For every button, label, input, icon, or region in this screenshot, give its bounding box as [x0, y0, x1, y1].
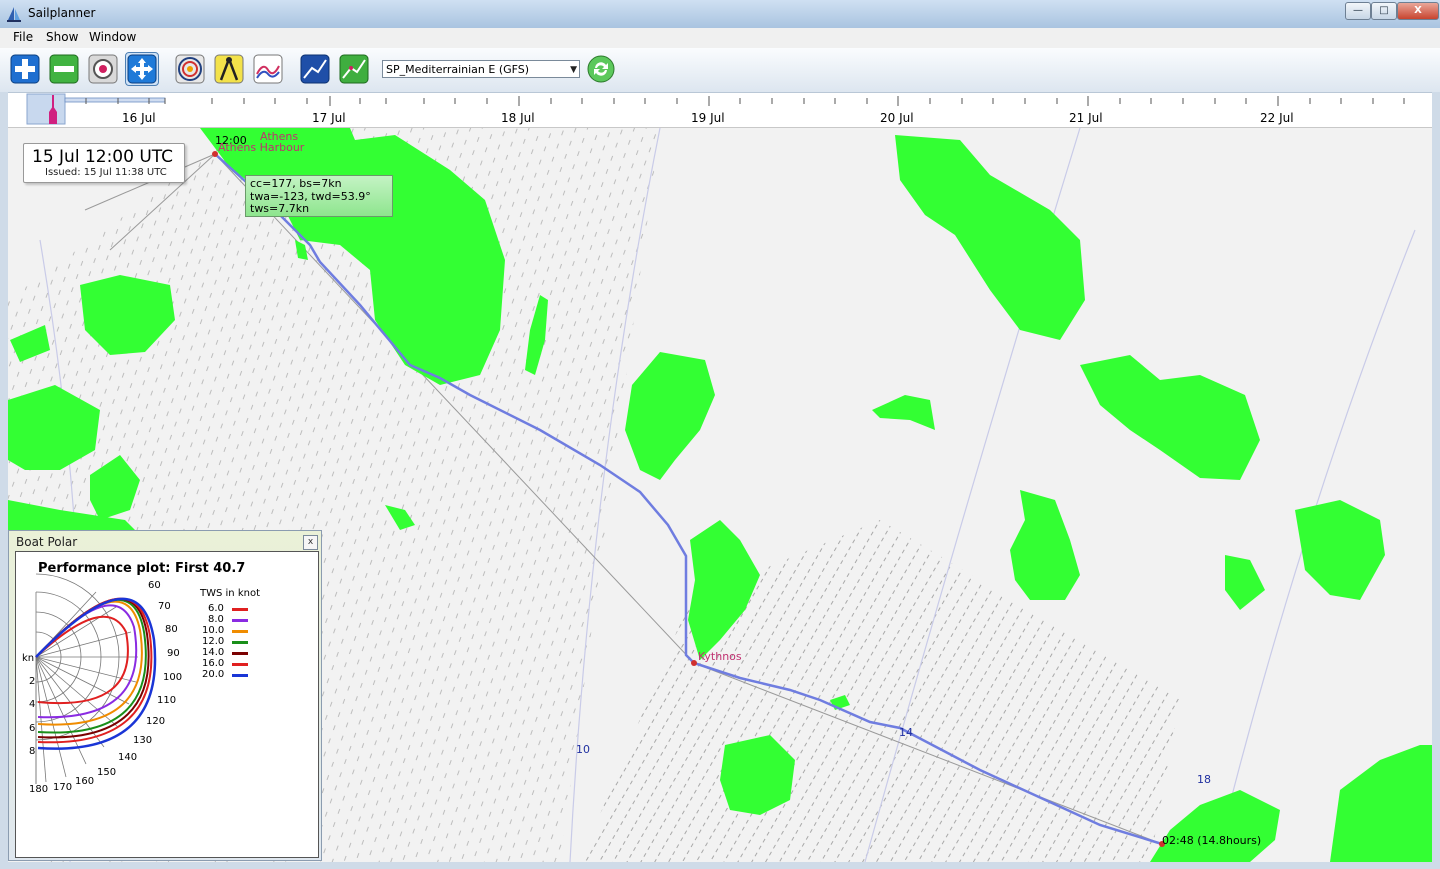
isochrone-label: 10: [576, 743, 590, 756]
toolbar: [0, 48, 1440, 93]
polar-angle-label: 170: [53, 782, 73, 793]
chart-button[interactable]: [252, 53, 284, 85]
polar-legend-title: TWS in knot: [200, 588, 260, 599]
polar-plot-area: Performance plot: First 40.7 60 70 80 90…: [15, 551, 319, 858]
route-graph-button[interactable]: [299, 53, 331, 85]
polar-legend-item: 14.0: [202, 647, 248, 658]
polar-angle-label: 100: [163, 672, 183, 683]
grib-file-select-value: SP_Mediterrainian E (GFS): [386, 63, 530, 76]
polar-angle-label: 60: [148, 580, 161, 591]
polar-legend-item: 10.0: [202, 625, 248, 636]
title-bar: Sailplanner — □ X: [0, 0, 1440, 29]
pan-icon: [127, 54, 157, 84]
isochrone-label: 18: [1197, 773, 1211, 786]
polar-angle-label: 120: [146, 716, 166, 727]
app-icon: [7, 7, 21, 22]
polar-speed-label: 4: [29, 699, 36, 710]
polar-angle-label: 160: [75, 776, 95, 787]
polar-legend-item: 6.0: [208, 603, 248, 614]
remove-button[interactable]: [48, 53, 80, 85]
timeline-label: 20 Jul: [880, 111, 914, 125]
minimize-button[interactable]: —: [1345, 2, 1371, 20]
waypoint-label: Kythnos: [698, 650, 742, 663]
polar-angle-label: 140: [118, 752, 138, 763]
menu-bar: File Show Window: [0, 28, 1440, 49]
polar-angle-label: 110: [157, 695, 177, 706]
menu-file[interactable]: File: [13, 30, 33, 44]
tooltip-line: cc=177, bs=7kn: [250, 177, 342, 190]
tooltip-line: tws=7.7kn: [250, 202, 310, 215]
route-graph-icon: [300, 54, 330, 84]
waypoint-marker[interactable]: [691, 660, 697, 666]
menu-window[interactable]: Window: [89, 30, 136, 44]
compass-icon: [214, 54, 244, 84]
polar-speed-label: kn: [22, 653, 35, 664]
timeline-label: 16 Jul: [122, 111, 156, 125]
polar-window-title: Boat Polar: [16, 535, 78, 549]
polar-angle-label: 180: [29, 784, 49, 795]
timeline-label: 19 Jul: [691, 111, 725, 125]
target-icon: [88, 54, 118, 84]
polar-legend-item: 8.0: [208, 614, 248, 625]
weather-grid-button[interactable]: [174, 53, 206, 85]
window-frame: [1432, 92, 1440, 862]
polar-close-button[interactable]: x: [303, 535, 318, 550]
polar-legend-item: 20.0: [202, 669, 248, 680]
polar-legend-item: 16.0: [202, 658, 248, 669]
window-title: Sailplanner: [28, 6, 96, 20]
chart-icon: [253, 54, 283, 84]
polar-speed-label: 8: [29, 746, 36, 757]
add-button[interactable]: [9, 53, 41, 85]
route-optimize-icon: [339, 54, 369, 84]
timeline-label: 17 Jul: [312, 111, 346, 125]
timeline-label: 21 Jul: [1069, 111, 1103, 125]
forecast-time: 15 Jul 12:00 UTC: [32, 147, 174, 167]
remove-icon: [49, 54, 79, 84]
start-harbour-label: Athens Harbour: [218, 141, 305, 154]
polar-angle-label: 90: [167, 648, 180, 659]
add-icon: [10, 54, 40, 84]
chevron-down-icon: ▼: [570, 65, 577, 75]
grib-file-select[interactable]: SP_Mediterrainian E (GFS) ▼: [382, 60, 580, 78]
pan-button[interactable]: [125, 52, 159, 86]
target-button[interactable]: [87, 53, 119, 85]
forecast-issued: Issued: 15 Jul 11:38 UTC: [45, 167, 167, 178]
timeline[interactable]: 16 Jul 17 Jul 18 Jul 19 Jul 20 Jul 21 Ju…: [8, 93, 1432, 128]
isochrone-label: 14: [899, 726, 913, 739]
compass-button[interactable]: [213, 53, 245, 85]
eta-label: 02:48 (14.8hours): [1162, 834, 1262, 847]
polar-angle-label: 130: [133, 735, 153, 746]
polar-angle-label: 80: [165, 624, 178, 635]
polar-legend-item: 12.0: [202, 636, 248, 647]
timeline-label: 22 Jul: [1260, 111, 1294, 125]
window-frame: [0, 92, 8, 862]
boat-polar-window[interactable]: Boat Polar x Performance plot: First 40.…: [8, 530, 322, 861]
route-tooltip: cc=177, bs=7kn twa=-123, twd=53.9° tws=7…: [245, 175, 393, 217]
polar-angle-label: 70: [158, 601, 171, 612]
weather-grid-icon: [175, 54, 205, 84]
window-frame: [0, 862, 1440, 869]
forecast-time-box: 15 Jul 12:00 UTC Issued: 15 Jul 11:38 UT…: [23, 143, 185, 183]
timeline-label: 18 Jul: [501, 111, 535, 125]
polar-speed-label: 2: [29, 676, 36, 687]
maximize-button[interactable]: □: [1371, 2, 1397, 20]
route-optimize-button[interactable]: [338, 53, 370, 85]
polar-speed-label: 6: [29, 723, 36, 734]
close-button[interactable]: X: [1397, 2, 1439, 20]
polar-angle-label: 150: [97, 767, 117, 778]
menu-show[interactable]: Show: [46, 30, 78, 44]
refresh-icon[interactable]: [587, 55, 615, 83]
